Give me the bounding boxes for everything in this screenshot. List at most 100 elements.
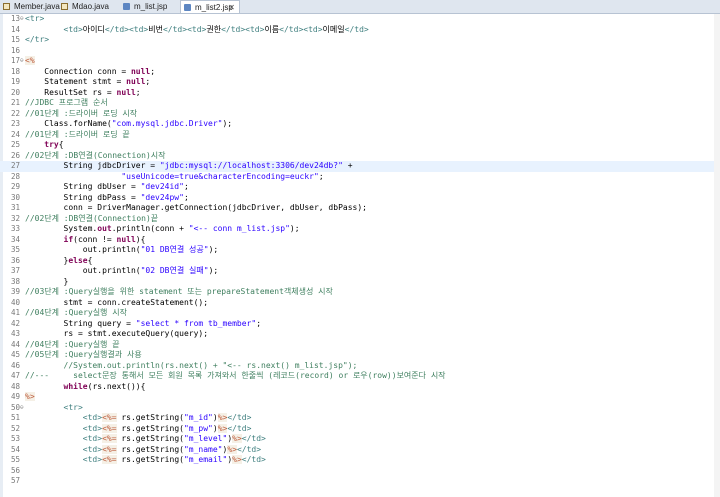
editor-tab-bar: Member.java Mdao.java m_list.jsp m_list2… bbox=[0, 0, 720, 14]
line-number: 14 bbox=[10, 24, 20, 34]
code-line[interactable]: 50 ⊖ <tr> bbox=[0, 403, 720, 414]
code-line[interactable]: 28 "useUnicode=true&characterEncoding=eu… bbox=[0, 172, 720, 183]
code-line[interactable]: 20 ResultSet rs = null; bbox=[0, 88, 720, 99]
code-line[interactable]: 14 <td>아이디</td><td>비번</td><td>권한</td><td… bbox=[0, 25, 720, 36]
tab-m-list2-jsp[interactable]: m_list2.jsp ✕ bbox=[180, 0, 240, 13]
line-number: 53 bbox=[10, 434, 20, 443]
code-editor[interactable]: 13 ⊖ <tr> 14 <td>아이디</td><td>비번</td><td>권한<… bbox=[0, 14, 720, 497]
code-text: "useUnicode=true&characterEncoding=euckr… bbox=[121, 171, 324, 181]
code-line[interactable]: 30 String dbPass = "dev24pw"; bbox=[0, 193, 720, 204]
tab-m-list-jsp[interactable]: m_list.jsp bbox=[120, 0, 178, 13]
code-text: //JDBC 프로그램 순서 bbox=[25, 98, 108, 107]
tab-label: Member.java bbox=[14, 2, 60, 11]
line-number: 55 bbox=[10, 455, 20, 464]
code-text: out.println("01 DB연결 성공"); bbox=[25, 245, 219, 254]
code-line[interactable]: 56 bbox=[0, 466, 720, 477]
code-line[interactable]: 31 conn = DriverManager.getConnection(jd… bbox=[0, 203, 720, 214]
code-line[interactable]: 26 //02단계 :DB연결(Connection)시작 bbox=[0, 151, 720, 162]
code-line[interactable]: 15 </tr> bbox=[0, 35, 720, 46]
code-line[interactable]: 21 //JDBC 프로그램 순서 bbox=[0, 98, 720, 109]
code-line[interactable]: 23 Class.forName("com.mysql.jdbc.Driver"… bbox=[0, 119, 720, 130]
code-line[interactable]: 35 out.println("01 DB연결 성공"); bbox=[0, 245, 720, 256]
java-file-icon bbox=[3, 3, 10, 10]
line-number: 23 bbox=[10, 119, 20, 128]
code-line[interactable]: 29 String dbUser = "dev24id"; bbox=[0, 182, 720, 193]
line-number: 13 bbox=[10, 14, 20, 23]
code-text: //01단계 :드라이버 로딩 끝 bbox=[25, 129, 130, 139]
line-number: 32 bbox=[10, 213, 20, 223]
code-text: <td><%= rs.getString("m_pw")%></td> bbox=[82, 423, 252, 433]
line-number: 50 bbox=[10, 402, 20, 412]
code-line[interactable]: 41 //04단계 :Query실행 시작 bbox=[0, 308, 720, 319]
line-number: 37 bbox=[10, 266, 20, 275]
tab-mdao-java[interactable]: Mdao.java bbox=[58, 0, 120, 13]
code-line[interactable]: 36 }else{ bbox=[0, 256, 720, 267]
close-tab-icon[interactable]: ✕ bbox=[228, 1, 235, 14]
code-line[interactable]: 43 rs = stmt.executeQuery(query); bbox=[0, 329, 720, 340]
code-line[interactable]: 39 //03단계 :Query실행을 위한 statement 또는 prepa… bbox=[0, 287, 720, 298]
code-line[interactable]: 55 <td><%= rs.getString("m_email")%></td… bbox=[0, 455, 720, 466]
code-line[interactable]: 22 //01단계 :드라이버 로딩 시작 bbox=[0, 109, 720, 120]
line-number: 52 bbox=[10, 423, 20, 433]
code-line[interactable]: 32 //02단계 :DB연결(Connection)끝 bbox=[0, 214, 720, 225]
code-text: try{ bbox=[44, 140, 64, 149]
code-line[interactable]: 51 <td><%= rs.getString("m_id")%></td> bbox=[0, 413, 720, 424]
line-number: 15 bbox=[10, 35, 20, 44]
code-text: //05단계 :Query실행결과 사용 bbox=[25, 350, 142, 359]
code-line[interactable]: 47 //--- select문장 통해서 모든 회원 목록 가져와서 한줄씩 (… bbox=[0, 371, 720, 382]
code-line[interactable]: 16 bbox=[0, 46, 720, 57]
line-number: 21 bbox=[10, 98, 20, 107]
code-text: //04단계 :Query실행 시작 bbox=[25, 308, 127, 317]
line-number: 34 bbox=[10, 234, 20, 244]
code-text: String query = "select * from tb_member"… bbox=[25, 318, 262, 328]
line-number: 47 bbox=[10, 371, 20, 380]
line-number: 35 bbox=[10, 245, 20, 254]
java-file-icon bbox=[61, 3, 68, 10]
line-number: 42 bbox=[10, 318, 20, 328]
code-text: //02단계 :DB연결(Connection)끝 bbox=[25, 213, 159, 223]
code-line[interactable]: 19 Statement stmt = null; bbox=[0, 77, 720, 88]
line-number: 16 bbox=[10, 45, 20, 55]
code-line[interactable]: 18 Connection conn = null; bbox=[0, 67, 720, 78]
code-line[interactable]: 17 ⊖ <% bbox=[0, 56, 720, 67]
code-line[interactable]: 53 <td><%= rs.getString("m_level")%></td… bbox=[0, 434, 720, 445]
code-text: //01단계 :드라이버 로딩 시작 bbox=[25, 108, 138, 118]
code-line[interactable]: 57 bbox=[0, 476, 720, 487]
code-text: String dbUser = "dev24id"; bbox=[25, 182, 189, 191]
line-number: 45 bbox=[10, 350, 20, 359]
code-text: Connection conn = null; bbox=[25, 66, 156, 76]
code-line[interactable]: 33 System.out.println(conn + "<-- conn m… bbox=[0, 224, 720, 235]
code-text: }else{ bbox=[25, 255, 93, 265]
code-line[interactable]: 25 try{ bbox=[0, 140, 720, 151]
line-number: 36 bbox=[10, 255, 20, 265]
line-number: 41 bbox=[10, 308, 20, 317]
code-line[interactable]: 46 //System.out.println(rs.next() + "<--… bbox=[0, 361, 720, 372]
code-line[interactable]: 40 stmt = conn.createStatement(); bbox=[0, 298, 720, 309]
code-text: //02단계 :DB연결(Connection)시작 bbox=[25, 150, 166, 160]
line-number: 28 bbox=[10, 171, 20, 181]
code-line[interactable]: 38 } bbox=[0, 277, 720, 288]
code-line[interactable]: 49 %> bbox=[0, 392, 720, 403]
code-text: <td><%= rs.getString("m_level")%></td> bbox=[82, 434, 266, 443]
code-line[interactable]: 44 //04단계 :Query실행 끝 bbox=[0, 340, 720, 351]
code-line[interactable]: 24 //01단계 :드라이버 로딩 끝 bbox=[0, 130, 720, 141]
code-line[interactable]: 54 <td><%= rs.getString("m_name")%></td> bbox=[0, 444, 720, 456]
code-line[interactable]: 42 String query = "select * from tb_memb… bbox=[0, 319, 720, 330]
code-text: //03단계 :Query실행을 위한 statement 또는 prepare… bbox=[25, 287, 333, 296]
code-line[interactable]: 52 <td><%= rs.getString("m_pw")%></td> bbox=[0, 423, 720, 435]
tab-member-java[interactable]: Member.java bbox=[0, 0, 60, 13]
code-text: <td><%= rs.getString("m_email")%></td> bbox=[82, 455, 266, 464]
line-number: 43 bbox=[10, 329, 20, 338]
code-line[interactable]: 48 while(rs.next()){ bbox=[0, 382, 720, 393]
code-line[interactable]: 37 out.println("02 DB연결 실패"); bbox=[0, 266, 720, 277]
line-number: 44 bbox=[10, 339, 20, 349]
line-number: 46 bbox=[10, 360, 20, 370]
code-text: while(rs.next()){ bbox=[63, 381, 146, 391]
code-line[interactable]: 27 String jdbcDriver = "jdbc:mysql://loc… bbox=[0, 161, 720, 172]
code-line[interactable]: 13 ⊖ <tr> bbox=[0, 14, 720, 25]
line-number: 24 bbox=[10, 129, 20, 139]
jsp-file-icon bbox=[184, 4, 191, 11]
code-line[interactable]: 45 //05단계 :Query실행결과 사용 bbox=[0, 350, 720, 361]
vertical-scrollbar[interactable] bbox=[714, 14, 720, 497]
code-line[interactable]: 34 if(conn != null){ bbox=[0, 235, 720, 246]
